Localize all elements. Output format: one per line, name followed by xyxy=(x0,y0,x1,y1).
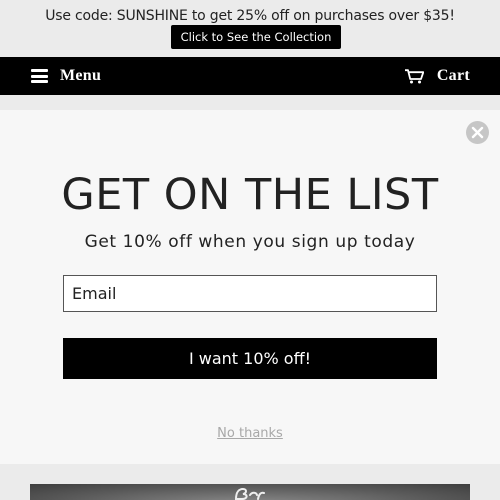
popup-subtitle: Get 10% off when you sign up today xyxy=(84,232,416,252)
cart-icon xyxy=(404,68,424,83)
brand-logo-image xyxy=(234,487,265,500)
close-popup-button[interactable] xyxy=(466,121,489,144)
hero-banner-image[interactable] xyxy=(30,484,470,500)
cart-label: Cart xyxy=(436,67,470,84)
email-field[interactable] xyxy=(63,275,437,312)
popup-title: GET ON THE LIST xyxy=(61,170,439,220)
announcement-text: Use code: SUNSHINE to get 25% off on pur… xyxy=(45,8,455,24)
site-header: Menu Cart xyxy=(0,57,500,95)
signup-submit-button[interactable]: I want 10% off! xyxy=(63,338,437,379)
announcement-bar: Use code: SUNSHINE to get 25% off on pur… xyxy=(0,0,500,57)
menu-label: Menu xyxy=(60,67,102,84)
cart-button[interactable]: Cart xyxy=(404,57,470,95)
newsletter-popup: GET ON THE LIST Get 10% off when you sig… xyxy=(0,110,500,464)
see-collection-button[interactable]: Click to See the Collection xyxy=(171,25,341,49)
menu-button[interactable]: Menu xyxy=(31,57,101,95)
no-thanks-link[interactable]: No thanks xyxy=(0,426,500,441)
close-icon xyxy=(471,126,484,139)
hamburger-icon xyxy=(31,69,48,83)
page-background-strip xyxy=(0,95,500,110)
